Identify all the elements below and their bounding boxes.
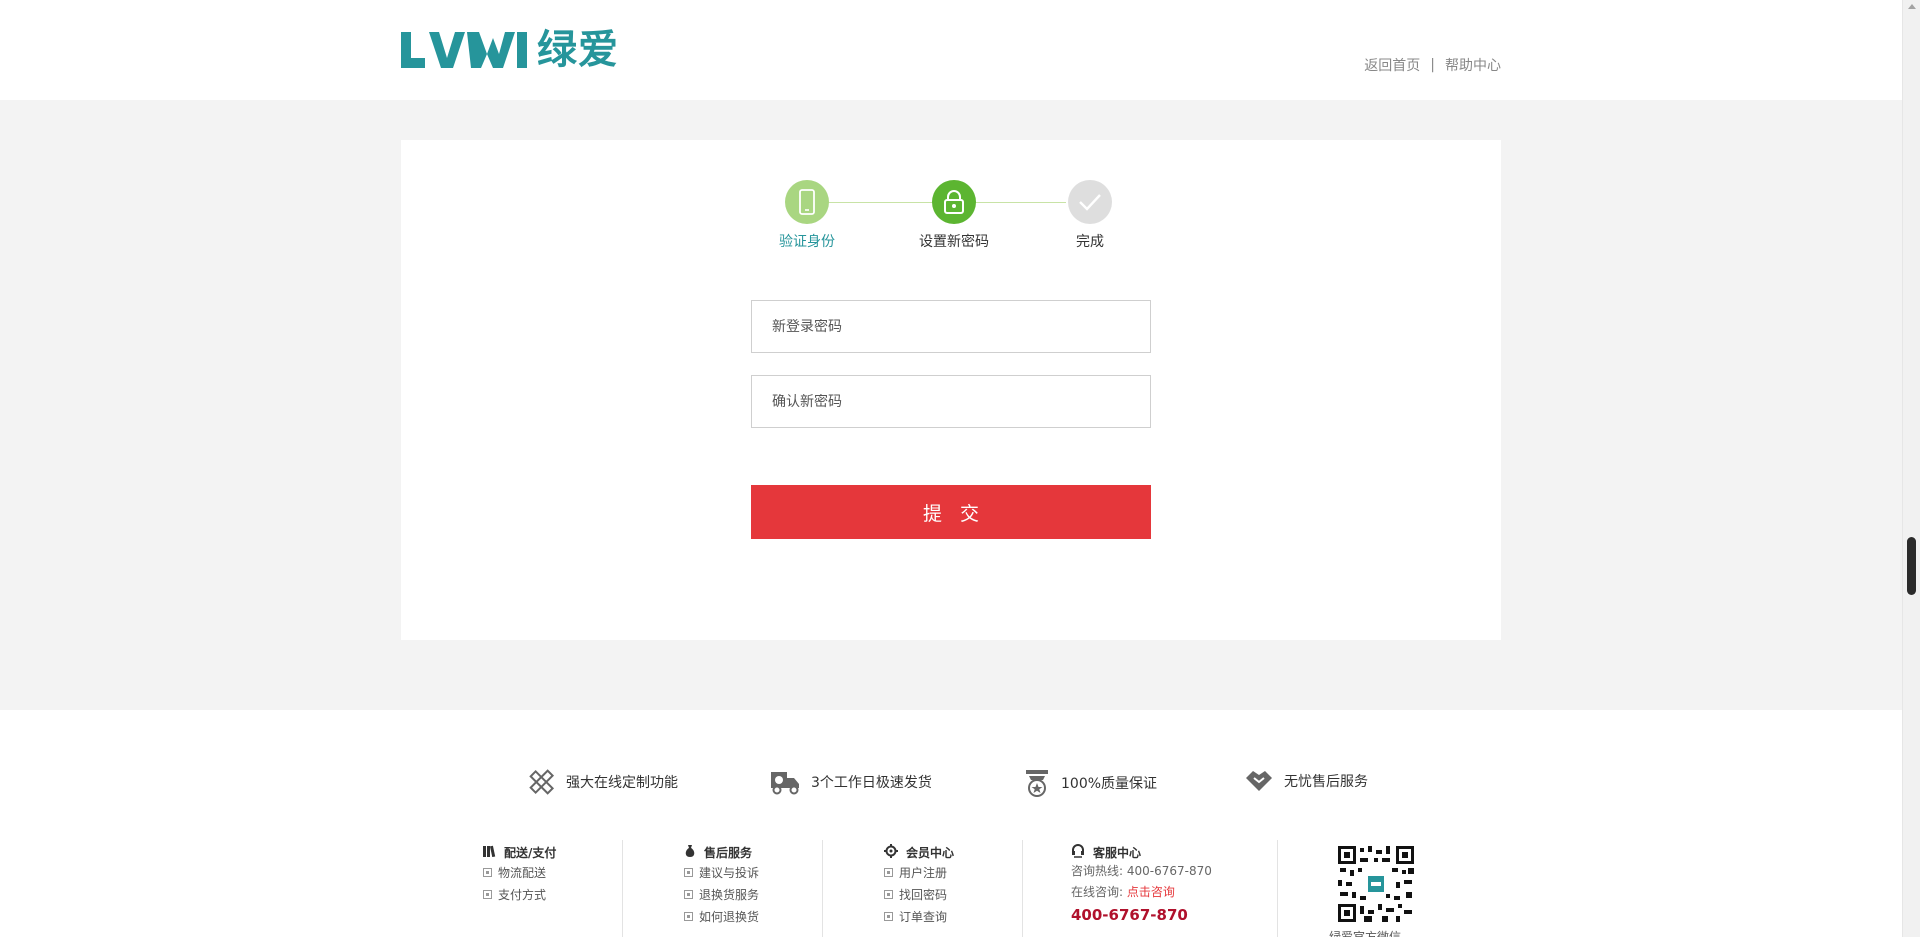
help-center-link[interactable]: 帮助中心 [1445,55,1501,75]
confirm-password-field [751,375,1151,428]
service-phone: 400-6767-870 [1071,906,1188,924]
feature-label: 强大在线定制功能 [566,775,678,791]
feature-custom-online: 强大在线定制功能 [528,768,678,796]
submit-button[interactable]: 提交 [751,485,1151,539]
feature-after-sale: 无忧售后服务 [1244,768,1368,794]
scroll-up-arrow-icon[interactable] [1908,4,1916,9]
step-set-new-password: 设置新密码 [904,180,1004,251]
footer-col-aftersale: 售后服务 建议与投诉 退换货服务 如何退换货 [684,843,759,927]
feature-label: 无忧售后服务 [1284,774,1368,790]
footer-link[interactable]: 物流配送 [483,861,556,883]
step-label: 设置新密码 [919,234,989,250]
new-password-form: 提交 [751,300,1151,539]
wechat-qr-code [1338,846,1414,922]
step-label: 完成 [1076,234,1104,250]
feature-label: 100%质量保证 [1061,776,1158,792]
footer-col-member: 会员中心 用户注册 找回密码 订单查询 [884,843,954,927]
top-links: 返回首页 | 帮助中心 [1364,55,1501,75]
qr-caption: 绿爱官方微信 [1329,930,1402,937]
main-area: 验证身份 设置新密码 完成 提交 [0,100,1902,710]
check-icon [1068,180,1112,224]
footer-link[interactable]: 建议与投诉 [684,861,759,883]
service-online: 在线咨询: 点击咨询 [1071,885,1175,899]
footer-divider [822,840,823,937]
online-consult-link[interactable]: 点击咨询 [1127,885,1175,899]
footer-col-title: 售后服务 [684,843,759,861]
lvai-logo-mark [401,30,527,70]
feature-label: 3个工作日极速发货 [811,775,932,791]
back-home-link[interactable]: 返回首页 [1364,55,1420,75]
footer-link[interactable]: 找回密码 [884,883,954,905]
footer-link[interactable]: 订单查询 [884,905,954,927]
footer-columns: 配送/支付 物流配送 支付方式 售后服务 建议与投诉 退换货服务 如何退换货 会… [401,840,1501,937]
feature-fast-shipping: 3个工作日极速发货 [769,768,932,796]
step-complete: 完成 [1040,180,1140,251]
scrollbar-thumb[interactable] [1907,537,1916,595]
link-separator: | [1430,57,1435,73]
pencil-ruler-icon [528,768,556,796]
step-verify-identity: 验证身份 [757,180,857,251]
footer-col-title: 配送/支付 [483,843,556,861]
handshake-icon [1244,768,1274,794]
footer-col-title: 会员中心 [884,843,954,861]
site-header: 绿爱 返回首页 | 帮助中心 [0,0,1902,100]
site-logo[interactable]: 绿爱 [401,28,619,72]
footer-divider [622,840,623,937]
footer-link[interactable]: 用户注册 [884,861,954,883]
vertical-scrollbar[interactable] [1902,0,1920,937]
confirm-password-input[interactable] [772,393,1130,410]
footer-divider [1277,840,1278,937]
medal-icon [1023,768,1051,798]
feature-quality: 100%质量保证 [1023,768,1157,798]
headset-icon [1071,843,1085,861]
reset-password-card: 验证身份 设置新密码 完成 提交 [401,140,1501,640]
step-label: 验证身份 [779,234,835,250]
new-password-input[interactable] [772,318,1130,335]
gear-icon [884,843,898,861]
money-bag-icon [684,844,696,861]
truck-icon [769,768,801,796]
service-features: 强大在线定制功能 3个工作日极速发货 100%质量保证 无忧售后服务 [401,710,1501,840]
footer-divider [1022,840,1023,937]
footer-col-title: 客服中心 [1071,843,1212,861]
logo-chinese-name: 绿爱 [537,27,619,73]
footer-col-service: 客服中心 咨询热线: 400-6767-870 在线咨询: 点击咨询 400-6… [1071,843,1212,927]
new-password-field [751,300,1151,353]
phone-icon [785,180,829,224]
service-hotline: 咨询热线: 400-6767-870 [1071,864,1212,878]
progress-steps: 验证身份 设置新密码 完成 [401,180,1501,260]
books-icon [483,845,496,860]
footer-col-delivery: 配送/支付 物流配送 支付方式 [483,843,556,905]
lock-icon [932,180,976,224]
footer-link[interactable]: 退换货服务 [684,883,759,905]
footer-link[interactable]: 如何退换货 [684,905,759,927]
footer-link[interactable]: 支付方式 [483,883,556,905]
